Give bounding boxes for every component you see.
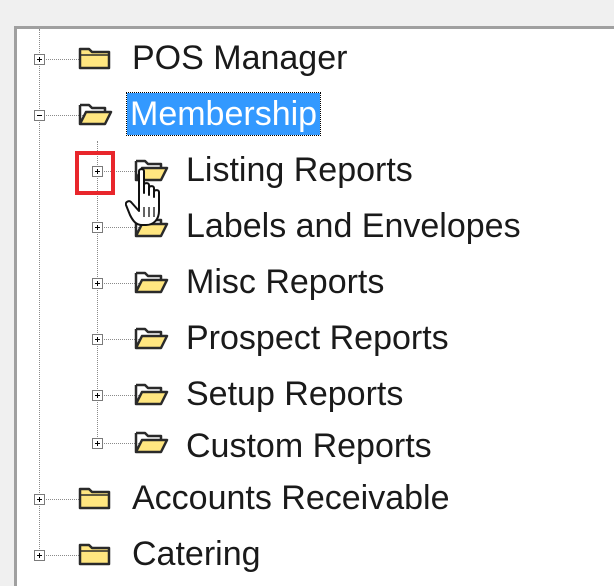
folder-open-icon [134,383,169,406]
expand-toggle-prospect-reports[interactable] [92,334,103,345]
tree-item-label[interactable]: Misc Reports [183,261,387,303]
tree-item-label-selected[interactable]: Membership [125,92,322,136]
tree-item-label[interactable]: Setup Reports [183,373,406,415]
tree-panel: POS Manager Membership Listing Reports L… [14,26,614,586]
tree-item-label[interactable]: Catering [129,533,264,575]
expand-toggle-custom-reports[interactable] [92,438,103,449]
hand-pointer-icon [125,168,160,226]
folder-open-icon [78,103,113,126]
folder-open-icon [134,327,169,350]
folder-closed-icon [78,47,111,70]
tree-item-label[interactable]: Accounts Receivable [129,477,453,519]
tree-item-label[interactable]: Listing Reports [183,149,416,191]
tree-view: POS Manager Membership Listing Reports L… [17,29,614,586]
expand-toggle-misc-reports[interactable] [92,278,103,289]
tree-item-label[interactable]: Custom Reports [183,425,435,467]
highlight-box [75,151,115,195]
folder-open-icon [134,431,169,454]
tree-item-label[interactable]: Prospect Reports [183,317,452,359]
expand-toggle-catering[interactable] [34,550,45,561]
expand-toggle-accounts-receivable[interactable] [34,494,45,505]
folder-closed-icon [78,543,111,566]
tree-line-root [39,29,40,559]
expand-toggle-labels-and-envelopes[interactable] [92,222,103,233]
expand-toggle-setup-reports[interactable] [92,390,103,401]
folder-closed-icon [78,487,111,510]
folder-open-icon [134,271,169,294]
expand-toggle-pos-manager[interactable] [34,54,45,65]
collapse-toggle-membership[interactable] [34,110,45,121]
tree-item-label[interactable]: Labels and Envelopes [183,205,524,247]
tree-item-label[interactable]: POS Manager [129,37,350,79]
